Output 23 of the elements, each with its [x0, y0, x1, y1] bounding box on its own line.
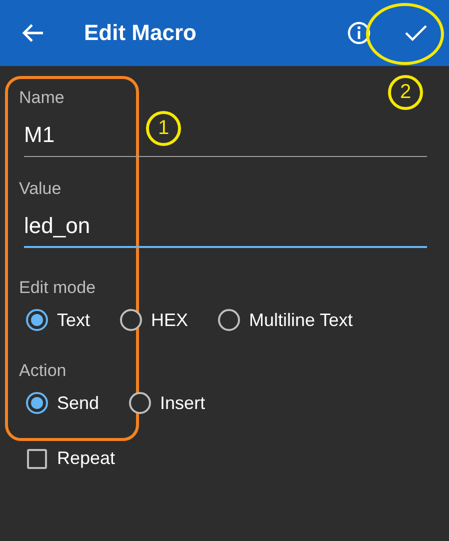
field-label: Name	[19, 88, 64, 108]
radio-button[interactable]	[26, 392, 48, 414]
confirm-check-icon[interactable]	[405, 25, 427, 41]
checkbox-label[interactable]: Repeat	[57, 448, 116, 469]
option-label[interactable]: Send	[57, 392, 100, 414]
group-label: Edit mode	[19, 278, 96, 298]
radio-button[interactable]	[129, 392, 152, 414]
callout-number: 2	[388, 75, 423, 110]
input-field[interactable]: led_on	[24, 202, 427, 248]
option-label[interactable]: Text	[57, 309, 90, 331]
checkbox[interactable]	[27, 448, 47, 468]
field-label: Value	[19, 179, 62, 199]
option-label[interactable]: Multiline Text	[249, 309, 353, 331]
callout-number: 1	[146, 111, 181, 146]
group-label: Action	[19, 361, 66, 381]
window-title: Edit Macro	[84, 20, 198, 46]
radio-button[interactable]	[120, 309, 142, 331]
info-icon[interactable]	[347, 21, 371, 45]
back-icon[interactable]	[22, 24, 44, 42]
option-label[interactable]: Insert	[160, 392, 206, 414]
radio-button[interactable]	[218, 309, 240, 331]
option-label[interactable]: HEX	[151, 309, 188, 331]
radio-button[interactable]	[26, 309, 48, 331]
